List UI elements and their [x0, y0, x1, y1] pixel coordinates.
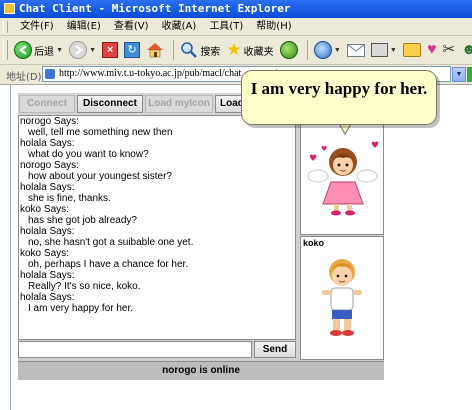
disconnect-button[interactable]: Disconnect	[77, 95, 143, 113]
folder-button[interactable]	[402, 36, 421, 64]
messenger-button[interactable]: ♥	[427, 36, 437, 64]
go-button[interactable]	[467, 67, 472, 82]
chat-message: holala Says: I am very happy for her.	[19, 292, 295, 314]
message-sender: koko Says:	[20, 248, 69, 259]
message-text: she is fine, thanks.	[28, 193, 111, 204]
print-button[interactable]: ▼	[370, 36, 397, 64]
toolbar-grip	[3, 40, 8, 60]
chat-message: holala Says: Really? It's so nice, koko.	[19, 270, 295, 292]
forward-arrow-icon	[69, 41, 88, 59]
home-icon	[146, 42, 164, 58]
search-label: 搜索	[200, 46, 221, 58]
star-icon: ★	[226, 40, 242, 59]
mail-button[interactable]	[346, 36, 365, 64]
window-title: Chat Client - Microsoft Internet Explore…	[19, 2, 291, 15]
speech-bubble: I am very happy for her.	[241, 70, 437, 125]
history-button[interactable]: ▼	[313, 36, 341, 64]
back-button[interactable]: 后退 ▼	[14, 36, 63, 64]
toolbar-separator	[173, 40, 175, 60]
chat-message: holala Says: no, she hasn't got a suibabl…	[19, 226, 295, 248]
menu-view[interactable]: 查看(V)	[109, 18, 154, 35]
mail-icon	[346, 43, 365, 57]
print-icon	[370, 43, 388, 57]
menu-help[interactable]: 帮助(H)	[251, 18, 296, 35]
message-text: well, tell me something new then	[28, 127, 173, 138]
message-text: no, she hasn't got a suibable one yet.	[28, 237, 194, 248]
message-text: what do you want to know?	[28, 149, 149, 160]
chat-message: holala Says: what do you want to know?	[19, 138, 295, 160]
messenger-icon: ♥	[426, 41, 437, 58]
folder-icon	[402, 43, 421, 57]
avatar-name: koko	[303, 238, 325, 248]
chat-message: koko Says: oh, perhaps I have a chance fo…	[19, 248, 295, 270]
left-frame	[0, 85, 11, 410]
history-icon	[313, 41, 332, 59]
people-icon: ☻	[461, 41, 472, 59]
message-sender: koko Says:	[20, 204, 69, 215]
message-sender: holala Says:	[20, 292, 75, 303]
tools-button[interactable]: ✂	[443, 36, 456, 64]
refresh-button[interactable]: ↻	[124, 36, 141, 64]
home-button[interactable]	[146, 36, 164, 64]
toolbar-separator	[306, 40, 308, 60]
svg-text:♥: ♥	[309, 154, 317, 164]
svg-text:♥: ♥	[371, 141, 379, 151]
toolbar-grip	[3, 21, 8, 33]
chat-message: koko Says: has she got job already?	[19, 204, 295, 226]
message-text: oh, perhaps I have a chance for her.	[28, 259, 189, 270]
chevron-down-icon[interactable]: ▼	[390, 47, 397, 54]
message-text: Really? It's so nice, koko.	[28, 281, 141, 292]
message-text: how about your youngest sister?	[28, 171, 172, 182]
load-my-icon-button[interactable]: Load myIcon	[145, 95, 213, 113]
send-button[interactable]: Send	[254, 341, 296, 358]
favorites-button[interactable]: ★ 收藏夹	[226, 36, 273, 64]
online-status-bar: norogo is online	[18, 361, 384, 380]
standard-toolbar: 后退 ▼ ▼ × ↻ 搜索 ★ 收藏夹 ▼ ▼ ♥ ✂	[0, 36, 472, 65]
chat-log[interactable]: norogo Says: well, tell me something new …	[18, 115, 296, 340]
chat-message: norogo Says: how about your youngest sist…	[19, 160, 295, 182]
search-button[interactable]: 搜索	[180, 36, 220, 64]
window-titlebar: Chat Client - Microsoft Internet Explore…	[0, 0, 472, 18]
message-input[interactable]	[18, 341, 252, 358]
refresh-icon: ↻	[124, 42, 141, 58]
tools-icon: ✂	[442, 41, 456, 58]
stop-icon: ×	[102, 42, 119, 58]
people-button[interactable]: ☻	[461, 36, 472, 64]
avatar-box-koko: koko	[300, 236, 384, 360]
message-input-row: Send	[18, 340, 296, 359]
media-button[interactable]	[279, 36, 298, 64]
avatar-panel: ♥ ♥ ♥ koko	[300, 115, 384, 360]
menu-favorites[interactable]: 收藏(A)	[157, 18, 202, 35]
media-icon	[279, 41, 298, 59]
address-label: 地址(D)	[6, 72, 42, 83]
message-sender: holala Says:	[20, 182, 75, 193]
back-arrow-icon	[14, 41, 33, 59]
page-icon	[45, 69, 55, 79]
message-sender: holala Says:	[20, 226, 75, 237]
forward-button[interactable]: ▼	[69, 36, 96, 64]
menu-edit[interactable]: 编辑(E)	[62, 18, 106, 35]
chevron-down-icon[interactable]: ▼	[334, 47, 341, 54]
connect-button[interactable]: Connect	[19, 95, 75, 113]
favorites-label: 收藏夹	[243, 46, 274, 58]
message-sender: holala Says:	[20, 270, 75, 281]
message-sender: norogo Says:	[20, 160, 79, 171]
chevron-down-icon[interactable]: ▼	[89, 47, 96, 54]
chat-message: holala Says: she is fine, thanks.	[19, 182, 295, 204]
search-icon	[180, 41, 198, 59]
ie-app-icon	[4, 3, 15, 14]
address-dropdown-button[interactable]: ▼	[452, 67, 466, 82]
boy-icon	[322, 259, 362, 336]
message-sender: holala Says:	[20, 138, 75, 149]
chevron-down-icon[interactable]: ▼	[56, 47, 63, 54]
message-text: has she got job already?	[28, 215, 137, 226]
back-label: 后退	[34, 46, 55, 58]
message-text: I am very happy for her.	[28, 303, 134, 314]
stop-button[interactable]: ×	[102, 36, 119, 64]
menu-bar: 文件(F) 编辑(E) 查看(V) 收藏(A) 工具(T) 帮助(H)	[0, 18, 472, 36]
svg-text:♥: ♥	[321, 145, 327, 153]
menu-tools[interactable]: 工具(T)	[204, 18, 248, 35]
menu-file[interactable]: 文件(F)	[15, 18, 59, 35]
